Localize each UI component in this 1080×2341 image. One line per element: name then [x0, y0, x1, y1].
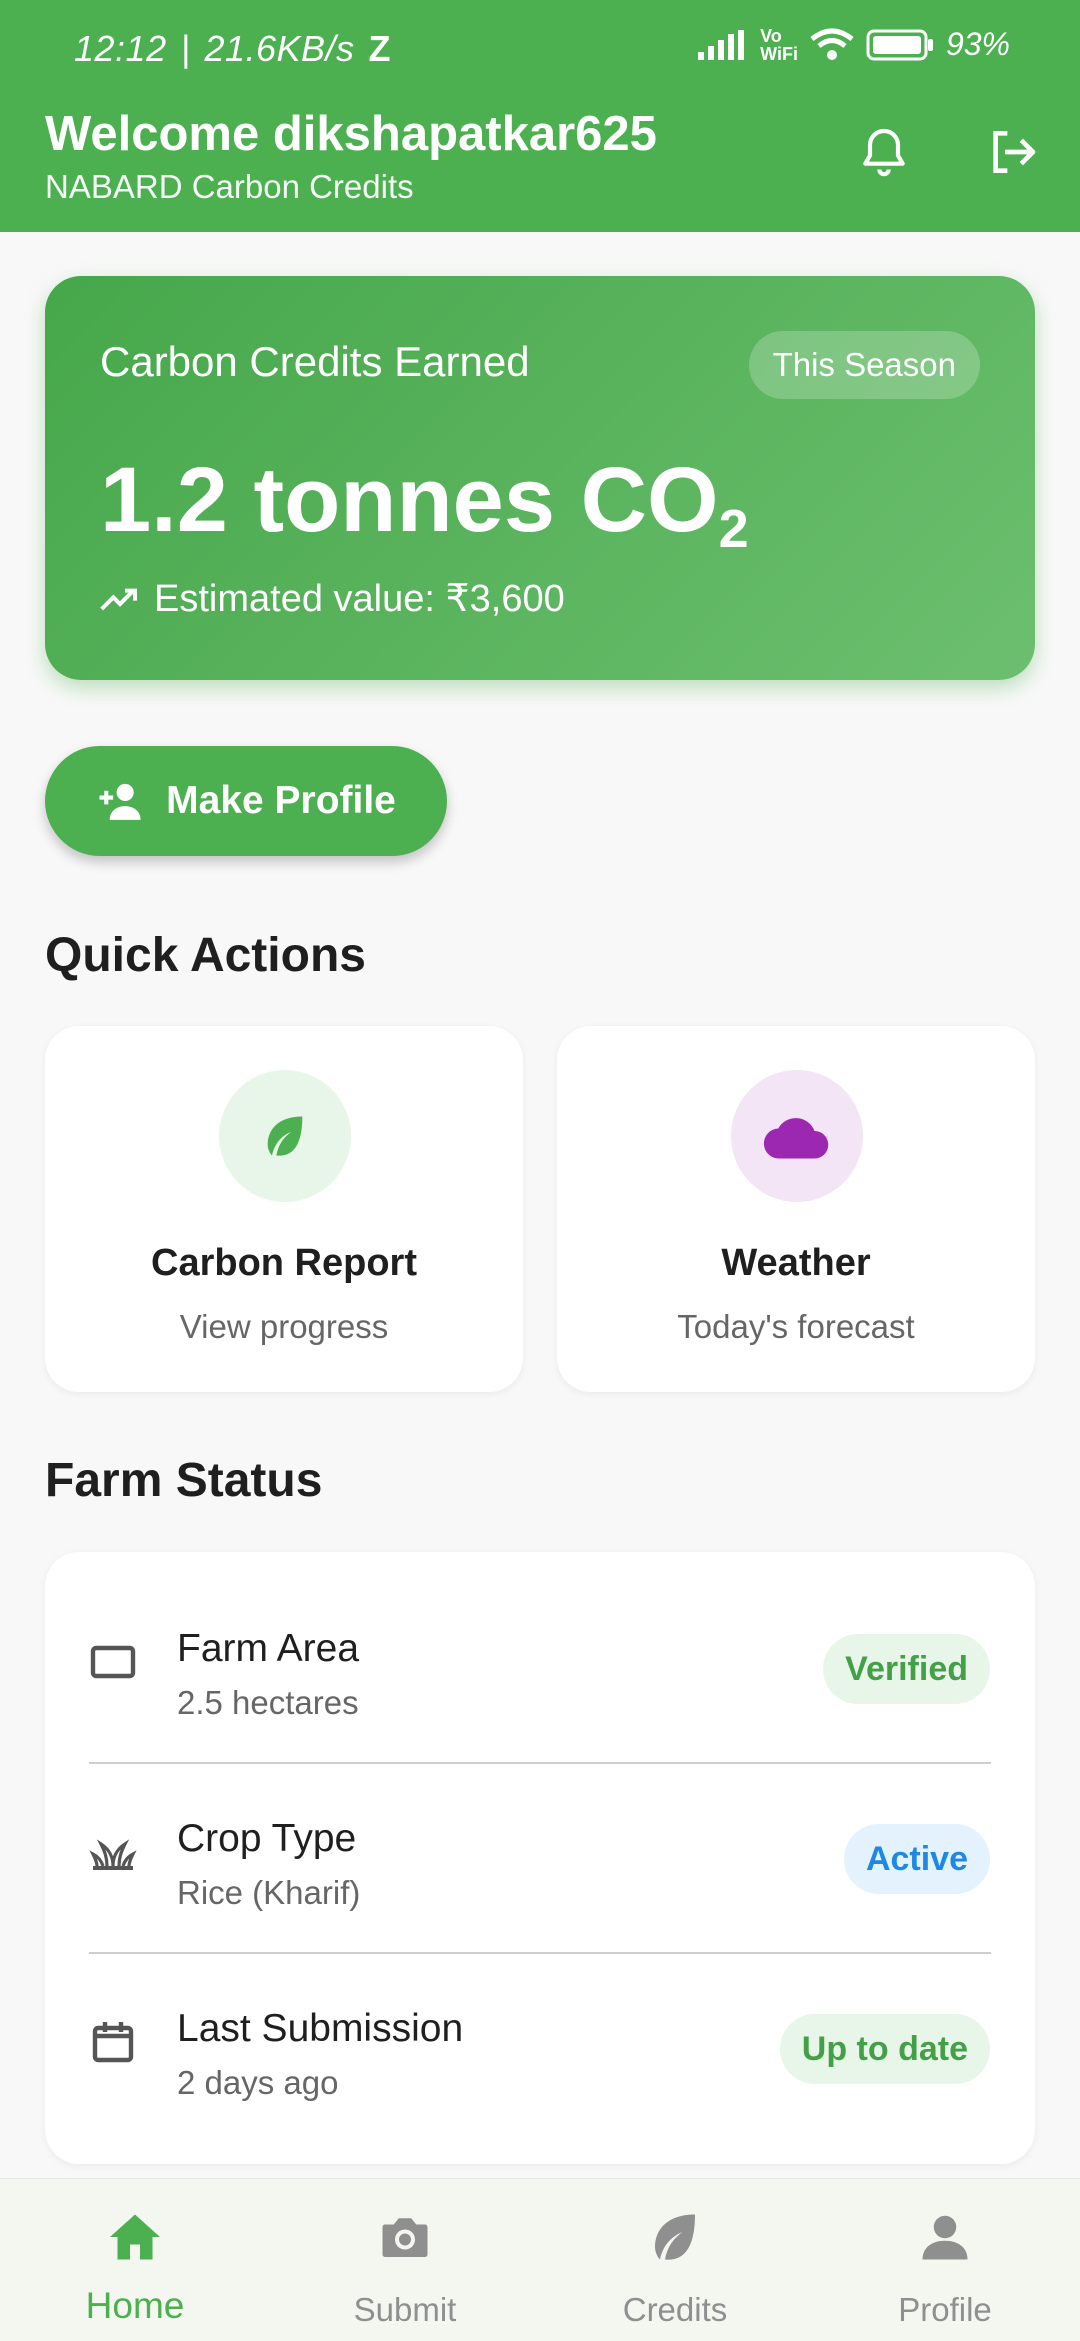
- grass-icon: [89, 1839, 137, 1870]
- square-outline-icon: [90, 1645, 136, 1679]
- nav-profile[interactable]: Profile: [810, 2179, 1080, 2341]
- nav-submit[interactable]: Submit: [270, 2179, 540, 2341]
- leaf-icon: [655, 2214, 695, 2260]
- battery-icon: [866, 29, 933, 60]
- season-badge: This Season: [748, 331, 980, 399]
- app-header: 12:12 | 21.6KB/s Z Vo WiFi 93% Welcome d…: [0, 0, 1080, 232]
- wifi-icon: [810, 28, 854, 60]
- status-badge: Up to date: [779, 2014, 990, 2084]
- bell-icon[interactable]: [856, 124, 912, 180]
- vowifi-icon: Vo WiFi: [760, 25, 798, 64]
- nav-label: Home: [85, 2285, 185, 2326]
- status-bar: 12:12 | 21.6KB/s Z Vo WiFi 93%: [0, 0, 1080, 100]
- farm-status-row: Farm Area 2.5 hectares Verified: [45, 1552, 1035, 1742]
- carbon-credits-card: Carbon Credits Earned This Season 1.2 to…: [45, 276, 1035, 680]
- welcome-title: Welcome dikshapatkar625: [45, 107, 657, 161]
- farm-row-subtitle: 2 days ago: [177, 2064, 339, 2101]
- home-icon: [110, 2214, 160, 2260]
- add-person-icon: [99, 783, 141, 820]
- nav-credits[interactable]: Credits: [540, 2179, 810, 2341]
- carbon-report-card[interactable]: Carbon Report View progress: [45, 1026, 523, 1392]
- status-badge: Verified: [823, 1634, 990, 1704]
- farm-status-title: Farm Status: [45, 1454, 323, 1507]
- credits-value: 1.2 tonnes CO2: [100, 449, 749, 559]
- cloud-icon: [731, 1070, 863, 1202]
- signal-icon: [698, 29, 745, 60]
- app-subtitle: NABARD Carbon Credits: [45, 168, 414, 205]
- calendar-icon: [92, 2022, 134, 2063]
- farm-row-title: Farm Area: [177, 1627, 360, 1670]
- status-left: 12:12 | 21.6KB/s Z: [74, 28, 392, 69]
- person-icon: [922, 2215, 968, 2260]
- farm-row-subtitle: Rice (Kharif): [177, 1874, 361, 1911]
- bottom-navigation: Home Submit Credits Profile: [0, 2178, 1080, 2341]
- quick-action-title: Weather: [721, 1242, 871, 1284]
- logout-icon[interactable]: [984, 124, 1040, 180]
- quick-action-subtitle: Today's forecast: [677, 1308, 915, 1345]
- leaf-icon: [219, 1070, 351, 1202]
- battery-level: 93%: [945, 26, 1010, 62]
- status-time: 12:12: [74, 28, 167, 69]
- status-badge: Active: [843, 1824, 990, 1894]
- farm-status-row: Crop Type Rice (Kharif) Active: [45, 1742, 1035, 1932]
- network-speed: 21.6KB/s: [204, 28, 355, 69]
- z-icon: Z: [368, 28, 392, 69]
- weather-card[interactable]: Weather Today's forecast: [557, 1026, 1035, 1392]
- farm-row-subtitle: 2.5 hectares: [177, 1684, 359, 1721]
- camera-icon: [382, 2218, 428, 2257]
- trending-up-icon: [100, 588, 137, 610]
- credits-title: Carbon Credits Earned: [100, 338, 530, 385]
- estimated-value: Estimated value: ₹3,600: [100, 576, 565, 621]
- farm-status-card: Farm Area 2.5 hectares Verified Crop Typ…: [45, 1552, 1035, 2164]
- nav-label: Credits: [622, 2291, 728, 2328]
- nav-label: Submit: [353, 2291, 457, 2328]
- status-right: Vo WiFi 93%: [698, 26, 1010, 63]
- quick-action-title: Carbon Report: [151, 1242, 417, 1284]
- farm-status-row: Last Submission 2 days ago Up to date: [45, 1932, 1035, 2122]
- make-profile-button[interactable]: Make Profile: [45, 746, 447, 856]
- nav-label: Profile: [898, 2291, 992, 2328]
- nav-home[interactable]: Home: [0, 2179, 270, 2341]
- quick-action-subtitle: View progress: [179, 1308, 389, 1345]
- quick-actions-title: Quick Actions: [45, 929, 366, 982]
- farm-row-title: Crop Type: [177, 1817, 357, 1860]
- farm-row-title: Last Submission: [177, 2007, 464, 2050]
